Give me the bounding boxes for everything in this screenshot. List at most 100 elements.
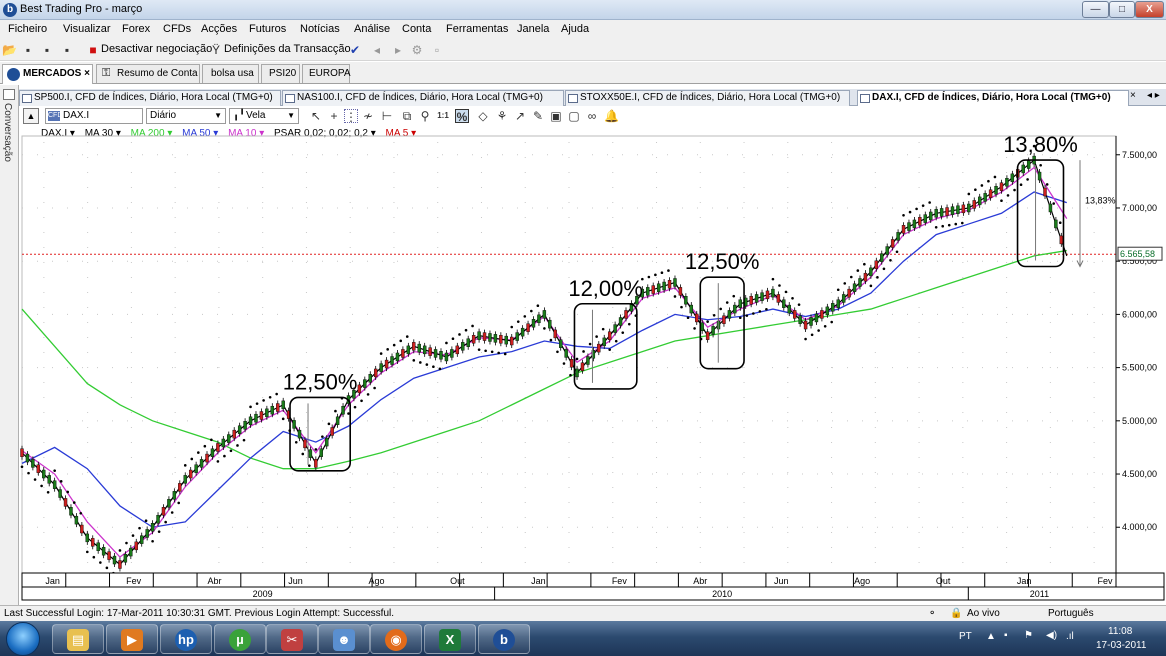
candle-body xyxy=(956,205,960,214)
psar-dot xyxy=(902,213,905,217)
candle-body xyxy=(613,324,617,333)
psar-dot xyxy=(960,221,964,225)
psar-dot xyxy=(980,184,984,187)
tray-tool-icon[interactable]: ▪ xyxy=(1004,630,1008,641)
psar-dot xyxy=(928,201,931,204)
psar-dot xyxy=(856,269,860,272)
candle-body xyxy=(199,459,204,468)
annotation-label: 12,00% xyxy=(568,276,643,301)
taskbar-tool[interactable]: ✂ xyxy=(266,624,318,654)
candle-body xyxy=(188,469,193,479)
psar-dot xyxy=(72,501,76,504)
candle-body xyxy=(1048,203,1053,213)
taskbar-best-trading[interactable]: b xyxy=(478,624,530,654)
candle-body xyxy=(705,331,710,340)
clock-time[interactable]: 11:08 xyxy=(1108,626,1132,637)
candle-body xyxy=(569,358,574,368)
psar-dot xyxy=(236,444,239,447)
candle-body xyxy=(597,343,601,353)
network-signal-icon[interactable]: .ıl xyxy=(1066,631,1074,642)
psar-dot xyxy=(836,288,840,292)
psar-dot xyxy=(197,451,200,454)
psar-dot xyxy=(915,207,918,211)
plot-frame xyxy=(21,135,1117,574)
candle-body xyxy=(107,551,111,560)
flag-icon[interactable]: ⚑ xyxy=(1024,630,1033,641)
candle-body xyxy=(194,464,198,473)
psar-dot xyxy=(941,224,945,228)
psar-dot xyxy=(954,222,958,226)
candle-body xyxy=(771,288,775,298)
taskbar-excel[interactable]: X xyxy=(424,624,476,654)
candle-body xyxy=(1005,178,1009,187)
psar-dot xyxy=(386,348,389,351)
candle-body xyxy=(667,280,672,289)
candle-body xyxy=(939,208,944,217)
candle-body xyxy=(825,306,830,316)
candle-body xyxy=(689,304,694,314)
current-price-label: 6.565,58 xyxy=(1120,249,1155,259)
price-chart[interactable]: 12,50% 12,00% 12,50% 13,80% 13,83% 7.500,00 7… xyxy=(0,0,1166,605)
taskbar-hp[interactable]: hp xyxy=(160,624,212,654)
candle-body xyxy=(618,317,623,326)
clock-date[interactable]: 17-03-2011 xyxy=(1096,640,1146,651)
psar-dot xyxy=(725,301,729,304)
psar-dot xyxy=(249,405,252,409)
psar-dot xyxy=(353,405,357,409)
psar-dot xyxy=(497,351,500,355)
psar-dot xyxy=(830,320,833,324)
candle-body xyxy=(134,541,138,551)
month-label: Ago xyxy=(854,576,870,586)
candle-body xyxy=(1059,235,1064,245)
candle-body xyxy=(145,529,149,538)
psar-dot xyxy=(660,271,664,275)
start-button[interactable] xyxy=(6,622,40,656)
candle-body xyxy=(765,290,770,300)
psar-dot xyxy=(817,329,820,332)
candle-body xyxy=(526,323,530,332)
psar-dot xyxy=(40,484,43,488)
psar-dot xyxy=(974,188,977,192)
taskbar-network[interactable]: ☻ xyxy=(318,624,370,654)
psar-dot xyxy=(294,440,298,444)
psar-dot xyxy=(908,210,912,214)
taskbar-explorer[interactable]: ▤ xyxy=(52,624,104,654)
psar-dot xyxy=(569,373,572,377)
candle-body xyxy=(1026,160,1031,169)
candle-body xyxy=(738,299,742,308)
taskbar-media-player[interactable]: ▶ xyxy=(106,624,158,654)
language-indicator[interactable]: PT xyxy=(959,631,972,642)
psar-dot xyxy=(627,322,631,326)
candle-body xyxy=(466,338,470,347)
taskbar-utorrent[interactable]: µ xyxy=(214,624,266,654)
psar-dot xyxy=(680,305,683,309)
candle-body xyxy=(531,319,536,328)
psar-dot xyxy=(601,327,605,331)
psar-dot xyxy=(921,204,925,207)
taskbar-firefox[interactable]: ◉ xyxy=(370,624,422,654)
windows-taskbar: ▤ ▶ hp µ ✂ ☻ ◉ X b PT ▲ ▪ ⚑ ◀) .ıl 11:08… xyxy=(0,621,1166,656)
psar-dot xyxy=(471,324,474,328)
psar-dot xyxy=(164,520,167,524)
candle-body xyxy=(950,206,955,215)
language-selector[interactable]: Português xyxy=(1048,608,1094,619)
candle-body xyxy=(885,246,889,255)
psar-dot xyxy=(588,342,592,346)
month-label: Out xyxy=(936,576,951,586)
tray-arrow-icon[interactable]: ▲ xyxy=(986,631,996,642)
candle-body xyxy=(945,207,949,216)
candle-body xyxy=(792,310,797,319)
candle-body xyxy=(243,421,247,430)
candle-body xyxy=(575,368,579,378)
candle-body xyxy=(259,411,264,420)
volume-icon[interactable]: ◀) xyxy=(1046,630,1057,641)
media-player-icon: ▶ xyxy=(121,629,143,651)
psar-dot xyxy=(1019,183,1023,187)
candle-body xyxy=(129,547,133,557)
candle-body xyxy=(20,448,24,457)
candle-body xyxy=(580,362,585,371)
candle-body xyxy=(880,253,884,262)
candle-body xyxy=(847,288,851,298)
psar-dot xyxy=(144,519,148,522)
candle-body xyxy=(308,449,313,458)
